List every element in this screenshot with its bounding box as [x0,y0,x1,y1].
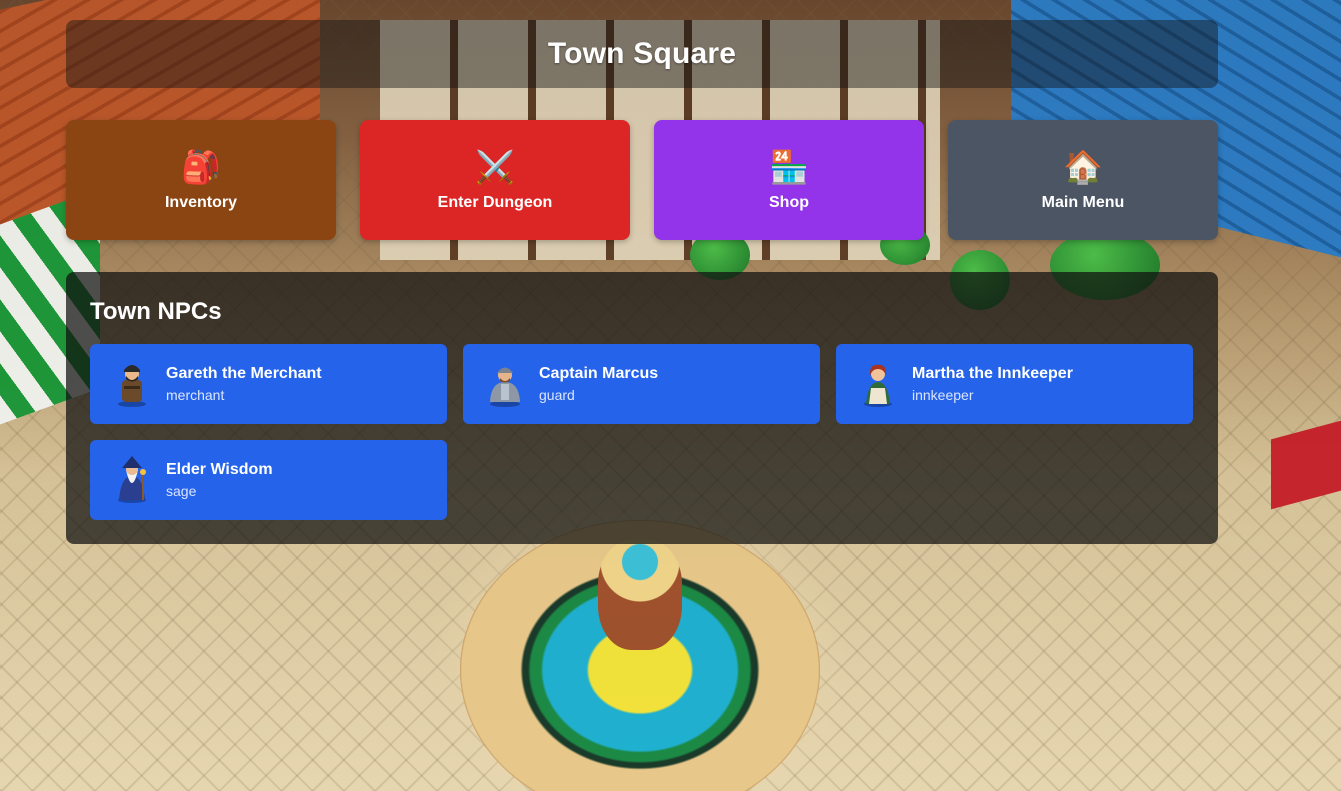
backpack-icon: 🎒 [181,148,221,186]
npc-role: merchant [166,387,225,403]
merchant-avatar-icon [118,365,146,407]
sage-avatar-icon [118,456,146,503]
enter-dungeon-button[interactable]: ⚔️ Enter Dungeon [360,120,630,240]
page-title: Town Square [547,37,737,70]
npc-role: sage [166,483,197,499]
npc-panel-title: Town NPCs [90,298,222,325]
town-npcs-panel: Town NPCs Gareth the Merchant merchant C… [66,272,1218,544]
house-icon: 🏠 [1063,148,1103,186]
enter-dungeon-button-label: Enter Dungeon [437,194,553,211]
npc-name: Gareth the Merchant [166,365,322,382]
shop-button[interactable]: 🏪 Shop [654,120,924,240]
npc-name: Captain Marcus [539,365,659,382]
inventory-button[interactable]: 🎒 Inventory [66,120,336,240]
inventory-button-label: Inventory [164,194,237,211]
innkeeper-avatar-icon [864,364,892,407]
npc-card-elder[interactable]: Elder Wisdom sage [90,440,447,520]
npc-card-marcus[interactable]: Captain Marcus guard [463,344,820,424]
npc-name: Martha the Innkeeper [912,365,1073,382]
town-square-background: Town Square 🎒 Inventory ⚔️ Enter Dungeon… [0,0,1341,791]
title-bar: Town Square [66,20,1218,88]
npc-card-gareth[interactable]: Gareth the Merchant merchant [90,344,447,424]
crossed-swords-icon: ⚔️ [475,148,515,186]
npc-role: innkeeper [912,387,974,403]
npc-card-martha[interactable]: Martha the Innkeeper innkeeper [836,344,1193,424]
convenience-store-icon: 🏪 [769,148,809,186]
npc-role: guard [539,387,575,403]
main-menu-button[interactable]: 🏠 Main Menu [948,120,1218,240]
guard-avatar-icon [490,367,520,407]
npc-name: Elder Wisdom [166,461,273,478]
npc-list: Gareth the Merchant merchant Captain Mar… [90,344,1194,520]
shop-button-label: Shop [769,194,809,211]
main-menu-button-label: Main Menu [1041,194,1125,211]
action-button-row: 🎒 Inventory ⚔️ Enter Dungeon 🏪 Shop 🏠 Ma… [66,120,1218,240]
